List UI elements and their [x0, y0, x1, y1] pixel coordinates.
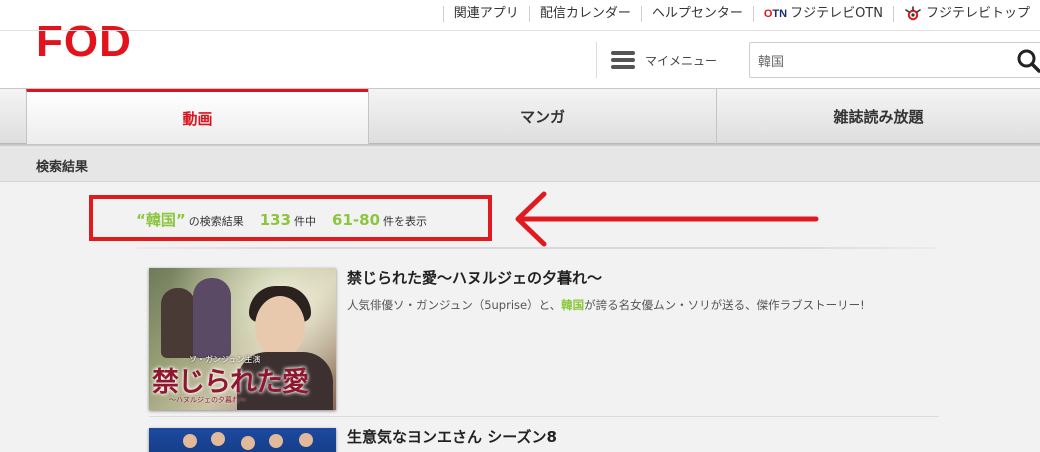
result-thumbnail[interactable] — [149, 428, 336, 452]
search-icon[interactable] — [1016, 48, 1040, 74]
otn-logo-icon: OTN — [763, 8, 788, 20]
tab-video[interactable]: 動画 — [26, 89, 368, 144]
header-divider — [0, 30, 1040, 31]
search-box — [749, 42, 1040, 78]
tab-manga[interactable]: マンガ — [368, 89, 716, 144]
breadcrumb-label: 検索結果 — [36, 160, 89, 175]
breadcrumb: 検索結果 — [0, 148, 1040, 182]
arrow-annotation-icon — [515, 191, 819, 247]
summary-query: “韓国” — [136, 211, 186, 229]
result-divider — [149, 416, 939, 417]
search-summary: “韓国” の検索結果 133 件中 61-80 件を表示 — [136, 209, 427, 230]
summary-range: 61-80 — [332, 211, 381, 229]
category-tabs: 動画 マンガ 雑誌読み放題 — [0, 88, 1040, 144]
summary-divider — [136, 247, 936, 249]
summary-total: 133 — [259, 211, 292, 229]
hamburger-icon — [611, 51, 635, 69]
result-title[interactable]: 禁じられた愛～ハヌルジェの夕暮れ～ — [347, 267, 602, 288]
top-links: 関連アプリ 配信カレンダー ヘルプセンター OTN フジテレビOTN フジテレビ… — [442, 0, 1040, 28]
thumbnail-subtitle-text: ～ハヌルジェの夕暮れ～ — [169, 396, 246, 404]
site-header: FOD 関連アプリ 配信カレンダー ヘルプセンター OTN フジテレビOTN フ… — [0, 0, 1040, 88]
summary-range-unit: 件を表示 — [383, 215, 428, 228]
tab-magazine[interactable]: 雑誌読み放題 — [716, 89, 1040, 144]
link-fujitv-otn-label: フジテレビOTN — [790, 6, 883, 21]
fujitv-eye-icon — [905, 6, 921, 21]
link-fujitv-otn[interactable]: OTN フジテレビOTN — [752, 6, 893, 22]
link-related-apps[interactable]: 関連アプリ — [442, 6, 529, 22]
link-delivery-calendar[interactable]: 配信カレンダー — [528, 6, 641, 22]
link-fujitv-top[interactable]: フジテレビトップ — [892, 6, 1040, 22]
link-help-center[interactable]: ヘルプセンター — [640, 6, 753, 22]
result-title[interactable]: 生意気なヨンエさん シーズン8 — [347, 426, 557, 447]
my-menu-label: マイメニュー — [645, 53, 718, 68]
result-thumbnail[interactable]: ソ・ガンジュン主演 禁じられた愛 ～ハヌルジェの夕暮れ～ — [149, 268, 336, 410]
result-description: 人気俳優ソ・ガンジュン（5uprise）と、韓国が誇る名女優ムン・ソリが送る、傑… — [347, 298, 865, 312]
search-input[interactable] — [750, 43, 1010, 77]
link-fujitv-top-label: フジテレビトップ — [925, 6, 1030, 21]
summary-total-unit: 件中 — [294, 215, 317, 228]
query-highlight: 韓国 — [561, 298, 585, 312]
thumbnail-title-text: 禁じられた愛 — [152, 367, 309, 398]
my-menu-button[interactable]: マイメニュー — [596, 42, 730, 78]
fod-logo[interactable]: FOD — [36, 20, 132, 64]
summary-results-label: の検索結果 — [188, 215, 244, 228]
